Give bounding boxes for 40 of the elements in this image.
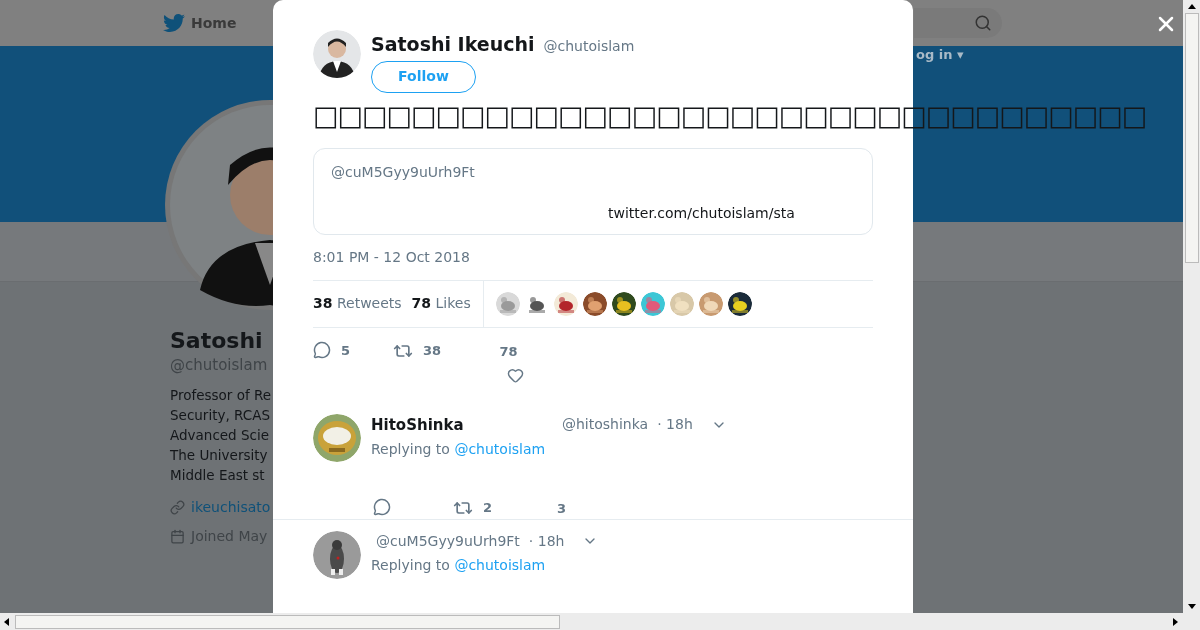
bird-icon	[163, 12, 185, 34]
tweet-timestamp: 8:01 PM - 12 Oct 2018	[313, 247, 471, 267]
vertical-scrollbar[interactable]	[1183, 0, 1200, 613]
link-icon	[170, 500, 185, 515]
retweets-stat[interactable]: 38 Retweets	[313, 293, 402, 314]
mention-link[interactable]: @chutoislam	[454, 556, 546, 573]
likes-stat[interactable]: 78 Likes	[411, 293, 471, 314]
login-link[interactable]: og in ▾	[916, 45, 964, 65]
quoted-handle: @cuM5Gyy9uUrh9Ft	[331, 162, 475, 182]
scrollbar-thumb[interactable]	[1184, 13, 1199, 263]
scroll-right-icon[interactable]	[1173, 617, 1178, 626]
mention-link[interactable]: @chutoislam	[454, 441, 546, 457]
horizontal-scrollbar[interactable]	[0, 613, 1200, 630]
home-tab[interactable]: Home	[163, 12, 237, 34]
reply-time[interactable]: · 18h	[657, 414, 693, 436]
profile-name: Satoshi	[170, 327, 263, 355]
reply-time[interactable]: · 18h	[528, 530, 565, 552]
like-button[interactable]: 78	[493, 341, 524, 384]
profile-bio: Professor of Re Security, RCAS Advanced Scie The University Middle East st	[170, 386, 272, 485]
replying-to-text: Replying to @chutoislam	[371, 440, 547, 459]
reply-button[interactable]: 5	[313, 340, 393, 360]
calendar-icon	[170, 529, 185, 544]
scrollbar-thumb[interactable]	[15, 614, 560, 629]
author-name[interactable]: Satoshi Ikeuchi	[371, 30, 535, 59]
search-icon	[974, 14, 992, 32]
like-button[interactable]: 3	[557, 499, 567, 519]
retweet-button[interactable]: 38	[393, 340, 493, 361]
retweet-button[interactable]: 2	[453, 498, 557, 518]
reply-author-name[interactable]: HitoShinka	[371, 413, 562, 436]
reply-author-handle[interactable]: @hitoshinka	[562, 414, 649, 436]
reply-icon	[313, 341, 331, 360]
reply-author-handle[interactable]: @cuM5Gyy9uUrh9Ft	[376, 530, 520, 552]
heart-icon	[507, 367, 524, 384]
search-field[interactable]	[914, 8, 1002, 38]
author-handle[interactable]: @chutoislam	[543, 36, 635, 57]
replying-to-text: Replying to @chutoislam	[371, 555, 547, 575]
quoted-link[interactable]: twitter.com/chutoislam/sta	[608, 202, 795, 224]
quoted-tweet-card[interactable]: @cuM5Gyy9uUrh9Ft twitter.com/chutoislam/sta	[313, 147, 873, 235]
scroll-left-icon[interactable]	[4, 617, 9, 626]
reply-icon[interactable]	[373, 498, 391, 516]
